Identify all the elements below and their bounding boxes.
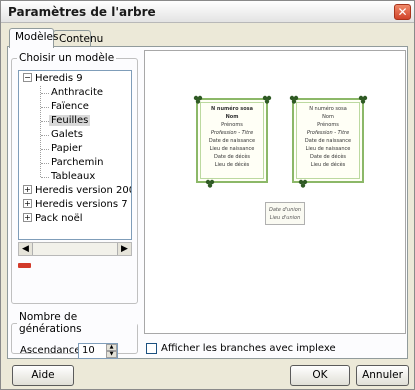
- tree-item-label: Faïence: [51, 101, 89, 112]
- tree-item-papier[interactable]: Papier: [51, 142, 82, 156]
- tree-item-label: Tableaux: [51, 171, 96, 182]
- tree-line: [41, 149, 49, 150]
- preview-card-left: N numéro sosa Nom Prénoms Profession - T…: [196, 98, 268, 183]
- implex-checkbox-label[interactable]: Afficher les branches avec implexe: [161, 343, 336, 355]
- card-line: Date de naissance: [304, 138, 352, 144]
- card-line: Lieu de naissance: [209, 146, 255, 152]
- union-note: Date d'union Lieu d'union: [265, 202, 305, 225]
- tab-panel-modeles: Choisir un modèle −Heredis 9 Anthracite: [7, 46, 408, 359]
- collapse-icon[interactable]: −: [23, 72, 32, 82]
- spin-down-icon[interactable]: ▼: [106, 351, 117, 358]
- card-line: Profession - Titre: [210, 130, 254, 136]
- card-line: Prénoms: [221, 122, 243, 128]
- card-line: Nom: [225, 114, 239, 120]
- expand-icon[interactable]: +: [23, 184, 32, 194]
- ascendance-stepper[interactable]: ▲ ▼: [106, 344, 117, 358]
- tree-item-label: Anthracite: [51, 87, 104, 98]
- tree-item-parchemin[interactable]: Parchemin: [51, 156, 103, 170]
- card-line: Profession - Titre: [306, 130, 350, 136]
- ok-button[interactable]: OK: [290, 365, 350, 386]
- tree-item-feuilles[interactable]: Feuilles: [49, 114, 91, 128]
- tree-item-label: Papier: [51, 143, 83, 154]
- dialog-window: Paramètres de l'arbre ✕ Modèles Contenu …: [0, 0, 415, 390]
- clover-icon: [289, 95, 299, 104]
- scroll-right-arrow-icon[interactable]: ▶: [117, 243, 131, 255]
- tree-item-heredis-2001[interactable]: + Heredis version 2001: [23, 184, 132, 198]
- title-bar[interactable]: Paramètres de l'arbre ✕: [1, 1, 414, 23]
- tree-line: [41, 93, 49, 94]
- tree-line: [41, 121, 49, 122]
- window-title: Paramètres de l'arbre: [8, 5, 156, 19]
- tree-item-pack-noel[interactable]: + Pack noël: [23, 212, 83, 226]
- remove-model-button[interactable]: [18, 263, 31, 268]
- ok-button-label: OK: [312, 369, 328, 381]
- card-line: Nom: [322, 114, 334, 120]
- card-line: Lieu de décès: [310, 162, 346, 168]
- generations-legend: Nombre de générations: [19, 311, 82, 335]
- card-line: Date de décès: [213, 154, 251, 160]
- union-note-line: Date d'union: [268, 207, 302, 213]
- tree-line: [41, 163, 49, 164]
- cancel-button-label: Annuler: [362, 369, 403, 381]
- implex-checkbox[interactable]: [146, 343, 157, 354]
- preview-card-right: N numéro sosa Nom Prénoms Profession - T…: [292, 98, 364, 183]
- close-button[interactable]: ✕: [394, 4, 411, 20]
- tab-modeles[interactable]: Modèles: [9, 28, 58, 48]
- tree-item-label: Parchemin: [51, 157, 104, 168]
- close-icon: ✕: [397, 5, 408, 19]
- clover-icon: [193, 95, 203, 104]
- tab-contenu[interactable]: Contenu: [53, 30, 103, 47]
- tree-item-label: Heredis versions 7 et 8: [35, 199, 131, 210]
- tree-item-anthracite[interactable]: Anthracite: [51, 86, 103, 100]
- tree-item-heredis-9[interactable]: − Heredis 9: [23, 72, 83, 86]
- tab-modeles-label: Modèles: [15, 31, 59, 43]
- tree-item-heredis-7-8[interactable]: +Heredis versions 7 et 8: [23, 198, 131, 212]
- tree-item-galets[interactable]: Galets: [51, 128, 83, 142]
- spin-up-icon[interactable]: ▲: [106, 344, 117, 351]
- card-line: Prénoms: [317, 122, 339, 128]
- model-chooser-group: Choisir un modèle −Heredis 9 Anthracite: [11, 52, 138, 304]
- card-line: Date de décès: [309, 154, 347, 160]
- tree-item-label: Galets: [51, 129, 83, 140]
- tree-item-label: Heredis 9: [35, 73, 83, 84]
- clover-icon: [358, 95, 368, 104]
- scroll-left-arrow-icon[interactable]: ◀: [19, 243, 33, 255]
- ascendance-label: Ascendance :: [20, 345, 88, 356]
- generations-group: Nombre de générations Ascendance : 10 ▲ …: [11, 311, 138, 359]
- card-line: N numéro sosa: [210, 106, 254, 112]
- tree-horizontal-scrollbar[interactable]: ◀ ▶: [18, 242, 132, 256]
- tree-line: [41, 177, 49, 178]
- ascendance-value: 10: [82, 345, 95, 356]
- card-line: N numéro sosa: [309, 106, 347, 112]
- tree-item-faience[interactable]: Faïence: [51, 100, 89, 114]
- expand-icon[interactable]: +: [23, 198, 32, 208]
- clover-icon: [262, 95, 272, 104]
- tree-item-label: Heredis version 2001: [35, 185, 132, 196]
- model-tree[interactable]: − Heredis 9 Anthracite Faïence Feuilles G…: [18, 70, 132, 240]
- tree-preview: N numéro sosa Nom Prénoms Profession - T…: [144, 50, 406, 334]
- tree-item-tableaux[interactable]: Tableaux: [51, 170, 95, 184]
- card-line: Date de naissance: [208, 138, 256, 144]
- union-note-line: Lieu d'union: [269, 215, 301, 221]
- clover-icon: [205, 179, 215, 188]
- card-line: Lieu de naissance: [305, 146, 351, 152]
- tree-item-label: Pack noël: [35, 213, 83, 224]
- expand-icon[interactable]: +: [23, 212, 32, 222]
- tab-contenu-label: Contenu: [59, 33, 104, 45]
- card-line: Lieu de décès: [214, 162, 250, 168]
- cancel-button[interactable]: Annuler: [356, 365, 409, 386]
- tree-line: [41, 135, 49, 136]
- tree-item-label: Feuilles: [49, 115, 91, 126]
- help-button[interactable]: Aide: [12, 365, 74, 386]
- help-button-label: Aide: [31, 369, 55, 381]
- clover-icon: [298, 179, 308, 188]
- model-chooser-legend: Choisir un modèle: [19, 52, 115, 64]
- tree-line: [41, 107, 49, 108]
